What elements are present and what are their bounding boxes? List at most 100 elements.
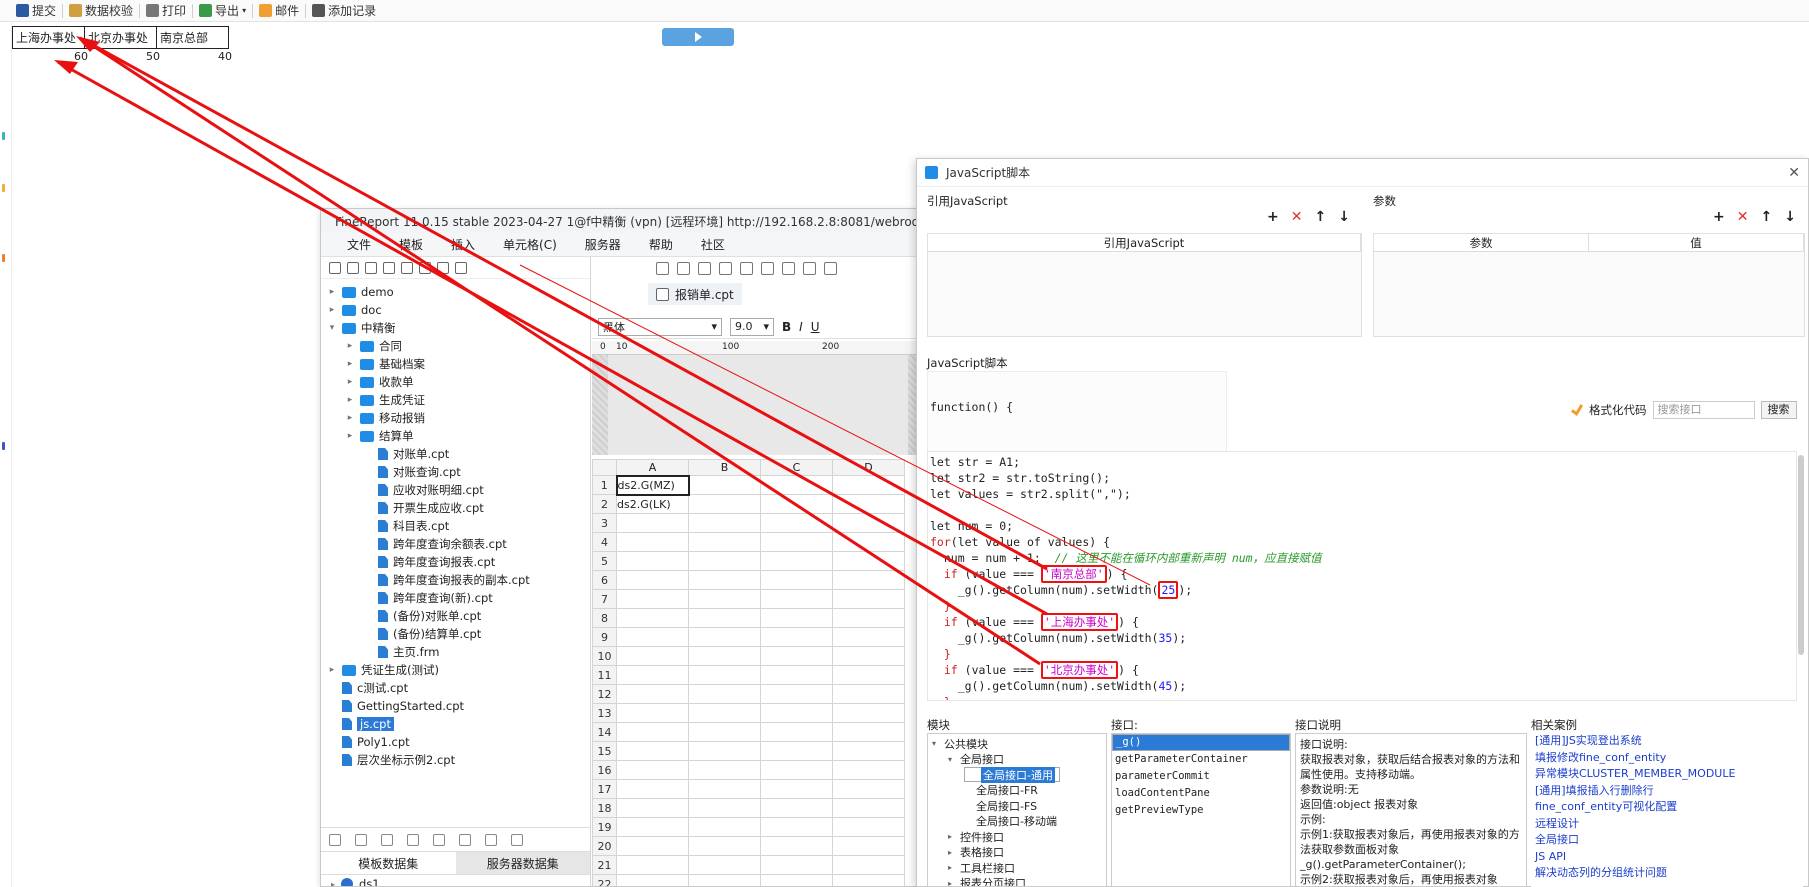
close-icon[interactable]: ✕ xyxy=(1788,165,1800,181)
underline-button[interactable]: U xyxy=(811,320,820,334)
column-header[interactable]: D xyxy=(832,459,905,476)
module-item[interactable]: ▸ 工具栏接口 xyxy=(948,860,1015,875)
grid-corner[interactable] xyxy=(592,459,617,476)
tab-server-datasets[interactable]: 服务器数据集 xyxy=(455,852,590,874)
case-link[interactable]: 远程设计 xyxy=(1531,816,1803,833)
tree-folder[interactable]: ▸ 移动报销 xyxy=(345,409,425,427)
search-icon[interactable] xyxy=(455,261,467,274)
new-folder-icon[interactable] xyxy=(329,261,341,274)
grid-cell[interactable] xyxy=(688,741,761,761)
row-header[interactable]: 18 xyxy=(592,798,617,818)
column-header[interactable]: B xyxy=(688,459,761,476)
refresh-icon[interactable] xyxy=(347,261,359,274)
tree-folder[interactable]: ▸ demo xyxy=(327,283,394,301)
row-header[interactable]: 1 xyxy=(592,475,617,495)
submit-button[interactable]: 提交 xyxy=(10,1,62,21)
row-header[interactable]: 20 xyxy=(592,836,617,856)
tree-file[interactable]: 开票生成应收.cpt xyxy=(363,499,484,517)
interface-item[interactable]: getParameterContainer xyxy=(1112,751,1290,768)
italic-button[interactable]: I xyxy=(799,320,803,334)
row-header[interactable]: 6 xyxy=(592,570,617,590)
delete-icon[interactable] xyxy=(381,833,393,846)
format-brush-icon[interactable] xyxy=(782,261,795,275)
grid-cell[interactable] xyxy=(760,646,833,666)
tab-report-file[interactable]: 报销单.cpt xyxy=(648,283,742,305)
grid-cell[interactable] xyxy=(832,513,905,533)
row-header[interactable]: 13 xyxy=(592,703,617,723)
module-item[interactable]: ▸ 控件接口 xyxy=(948,829,1004,844)
grid-cell[interactable] xyxy=(616,779,689,799)
add-icon[interactable] xyxy=(329,833,341,846)
font-family-select[interactable]: 黑体 ▾ xyxy=(598,317,722,336)
menu-item[interactable]: 帮助 xyxy=(635,236,687,253)
module-item[interactable]: ▸ 报表分页接口 xyxy=(948,876,1026,886)
grid-cell[interactable] xyxy=(616,760,689,780)
grid-cell[interactable] xyxy=(616,874,689,886)
row-header[interactable]: 22 xyxy=(592,874,617,886)
tab-template-datasets[interactable]: 模板数据集 xyxy=(321,852,456,874)
grid-cell[interactable] xyxy=(832,551,905,571)
grid-cell[interactable] xyxy=(616,684,689,704)
grid-cell[interactable] xyxy=(616,532,689,552)
grid-cell[interactable] xyxy=(616,817,689,837)
tree-file[interactable]: 主页.frm xyxy=(363,643,439,661)
menu-item[interactable]: 单元格(C) xyxy=(489,236,571,253)
bold-button[interactable]: B xyxy=(782,320,791,334)
grid-cell[interactable] xyxy=(760,817,833,837)
grid-cell[interactable] xyxy=(760,494,833,514)
menu-item[interactable]: 插入 xyxy=(437,236,489,253)
tree-file[interactable]: 跨年度查询(新).cpt xyxy=(363,589,493,607)
save-icon[interactable] xyxy=(656,261,669,275)
grid-cell[interactable]: ds2.G(MZ) xyxy=(615,474,690,496)
row-header[interactable]: 5 xyxy=(592,551,617,571)
grid-cell[interactable] xyxy=(616,551,689,571)
case-link[interactable]: 填报修改fine_conf_entity xyxy=(1531,750,1803,767)
grid-cell[interactable] xyxy=(760,722,833,742)
grid-cell[interactable] xyxy=(688,589,761,609)
grid-cell[interactable] xyxy=(616,741,689,761)
mail-button[interactable]: 邮件 xyxy=(253,1,305,21)
grid-cell[interactable] xyxy=(760,589,833,609)
case-link[interactable]: 解决动态列的分组统计问题 xyxy=(1531,865,1803,882)
grid-cell[interactable]: ds2.G(LK) xyxy=(616,494,689,514)
interface-item[interactable]: getPreviewType xyxy=(1112,802,1290,819)
grid-cell[interactable] xyxy=(688,703,761,723)
add-icon[interactable]: + xyxy=(1713,209,1725,225)
tree-folder[interactable]: ▸ doc xyxy=(327,301,382,319)
menu-item[interactable]: 模板 xyxy=(385,236,437,253)
grid-cell[interactable] xyxy=(688,817,761,837)
row-header[interactable]: 12 xyxy=(592,684,617,704)
grid-cell[interactable] xyxy=(760,741,833,761)
grid-cell[interactable] xyxy=(832,836,905,856)
format-code-button[interactable]: 格式化代码 xyxy=(1589,402,1647,418)
table-icon[interactable] xyxy=(433,833,445,846)
grid-cell[interactable] xyxy=(688,570,761,590)
code-editor[interactable]: let str = A1; let str2 = str.toString();… xyxy=(927,451,1797,701)
preview-icon[interactable] xyxy=(803,261,816,275)
tree-file[interactable]: 对账查询.cpt xyxy=(363,463,461,481)
grid-cell[interactable] xyxy=(688,684,761,704)
grid-cell[interactable] xyxy=(688,475,761,495)
grid-cell[interactable] xyxy=(688,494,761,514)
row-header[interactable]: 19 xyxy=(592,817,617,837)
row-header[interactable]: 10 xyxy=(592,646,617,666)
server-icon[interactable] xyxy=(485,833,497,846)
paste-icon[interactable] xyxy=(761,261,774,275)
arrow-up-icon[interactable]: ↑ xyxy=(1314,209,1326,225)
row-header[interactable]: 14 xyxy=(592,722,617,742)
grid-cell[interactable] xyxy=(688,874,761,886)
grid-cell[interactable] xyxy=(832,646,905,666)
grid-cell[interactable] xyxy=(832,627,905,647)
grid-cell[interactable] xyxy=(760,836,833,856)
case-link[interactable]: [通用]JS实现登出系统 xyxy=(1531,733,1803,750)
menu-item[interactable]: 服务器 xyxy=(571,236,635,253)
grid-cell[interactable] xyxy=(832,684,905,704)
search-icon[interactable] xyxy=(511,833,523,846)
row-header[interactable]: 4 xyxy=(592,532,617,552)
locate-icon[interactable] xyxy=(419,261,431,274)
grid-cell[interactable] xyxy=(760,532,833,552)
module-item[interactable]: 全局接口-通用 xyxy=(964,766,1060,783)
grid-cell[interactable] xyxy=(760,551,833,571)
grid-cell[interactable] xyxy=(688,665,761,685)
case-link[interactable]: fine_conf_entity可视化配置 xyxy=(1531,799,1803,816)
